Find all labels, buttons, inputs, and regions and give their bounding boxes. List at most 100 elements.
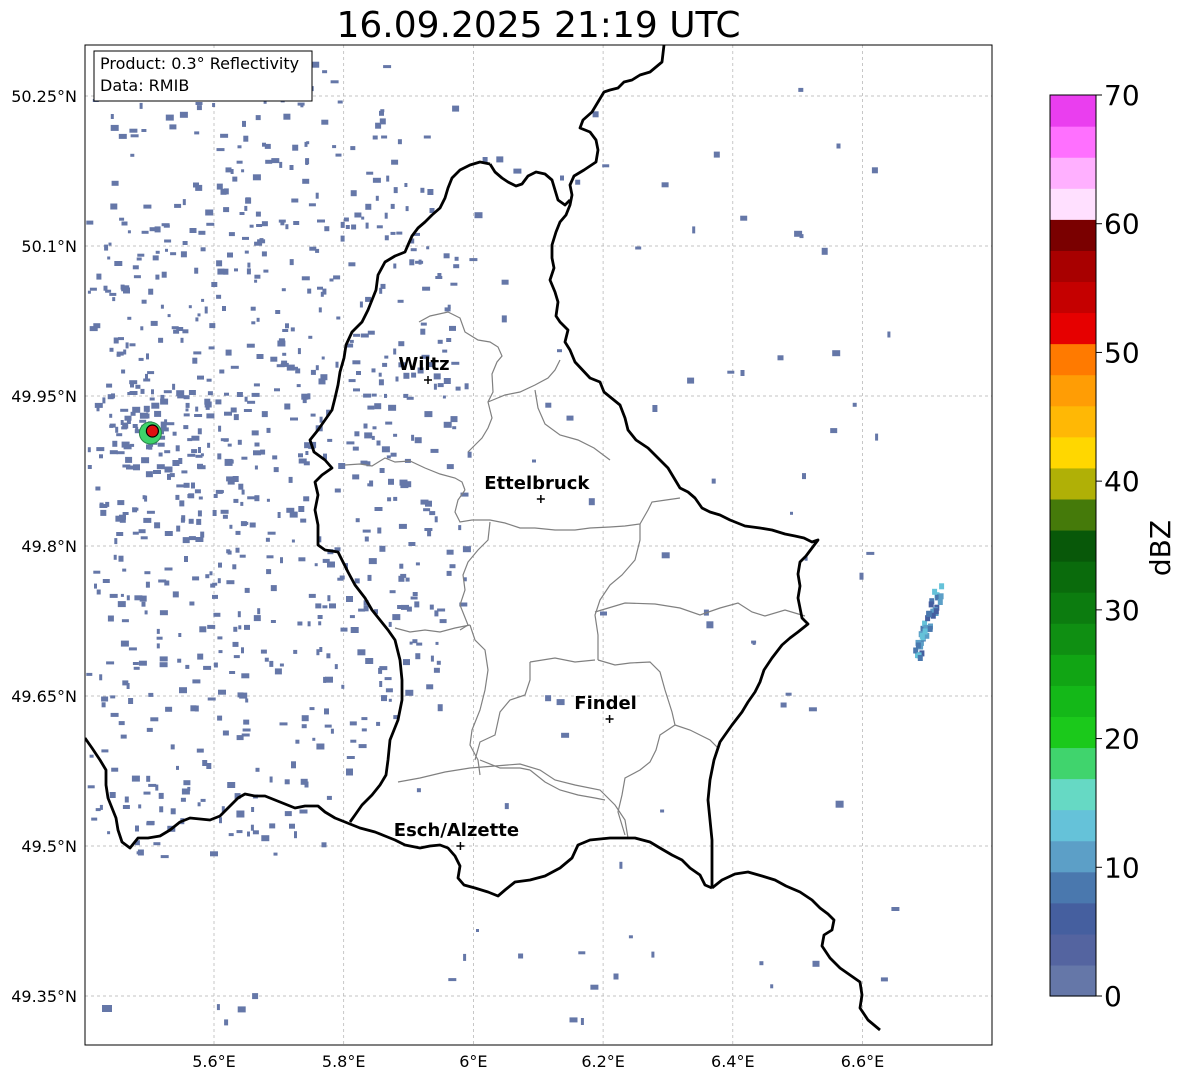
echo-pixel <box>227 252 233 258</box>
echo-pixel <box>197 428 202 435</box>
echo-pixel <box>740 215 748 221</box>
echo-pixel <box>213 612 221 617</box>
echo-pixel <box>329 278 334 282</box>
echo-pixel <box>255 211 261 217</box>
echo-pixel <box>364 432 373 439</box>
echo-pixel <box>195 454 203 458</box>
echo-pixel <box>115 426 119 433</box>
echo-pixel <box>112 440 118 447</box>
echo-pixel <box>155 250 160 254</box>
echo-pixel <box>261 835 270 842</box>
echo-pixel <box>112 297 116 302</box>
city-label: Wiltz <box>398 354 449 375</box>
echo-pixel <box>359 301 363 308</box>
echo-pixel <box>318 307 322 313</box>
echo-pixel <box>372 426 377 430</box>
echo-pixel <box>232 176 238 182</box>
echo-pixel <box>135 825 139 832</box>
echo-pixel <box>266 427 271 433</box>
echo-pixel <box>133 275 141 279</box>
echo-pixel <box>420 187 425 193</box>
echo-pixel <box>120 593 124 597</box>
echo-pixel <box>241 456 248 460</box>
echo-pixel <box>181 688 185 692</box>
echo-pixel <box>160 421 167 428</box>
echo-pixel <box>138 529 146 534</box>
echo-pixel <box>474 212 483 219</box>
echo-pixel <box>349 721 357 726</box>
echo-pixel <box>224 392 229 396</box>
echo-pixel <box>137 849 144 856</box>
echo-pixel <box>164 239 172 243</box>
echo-pixel <box>289 165 294 170</box>
echo-pixel <box>105 501 110 507</box>
echo-pixel <box>391 159 399 165</box>
echo-pixel <box>89 754 94 758</box>
echo-pixel <box>177 658 182 663</box>
echo-pixel <box>455 386 461 391</box>
echo-pixel <box>194 414 203 417</box>
echo-pixel <box>237 1006 246 1013</box>
echo-cell-pixel <box>933 608 939 615</box>
echo-pixel <box>354 578 360 584</box>
echo-pixel <box>257 608 261 615</box>
echo-pixel <box>222 306 226 311</box>
echo-pixel <box>195 102 203 105</box>
echo-pixel <box>308 203 316 207</box>
echo-pixel <box>409 641 413 645</box>
echo-pixel <box>393 263 397 269</box>
echo-pixel <box>198 230 206 235</box>
echo-pixel <box>172 460 180 466</box>
echo-pixel <box>183 780 191 786</box>
echo-pixel <box>371 435 375 440</box>
echo-pixel <box>146 407 150 413</box>
echo-pixel <box>302 178 310 184</box>
echo-pixel <box>346 596 353 602</box>
echo-pixel <box>322 558 330 563</box>
echo-pixel <box>880 977 888 982</box>
echo-pixel <box>405 206 409 212</box>
echo-pixel <box>424 528 433 531</box>
echo-pixel <box>210 851 218 857</box>
echo-pixel <box>203 665 212 670</box>
echo-pixel <box>189 228 197 233</box>
echo-pixel <box>379 666 388 671</box>
echo-pixel <box>113 337 119 344</box>
echo-pixel <box>194 131 200 135</box>
echo-pixel <box>120 420 124 425</box>
echo-pixel <box>619 861 623 869</box>
echo-pixel <box>244 396 248 402</box>
echo-pixel <box>349 339 354 343</box>
echo-pixel <box>866 551 875 555</box>
echo-pixel <box>266 498 270 502</box>
echo-pixel <box>307 288 312 294</box>
echo-pixel <box>452 426 457 430</box>
echo-pixel <box>349 615 355 619</box>
echo-pixel <box>350 190 357 197</box>
echo-pixel <box>284 811 292 817</box>
echo-pixel <box>282 352 287 356</box>
echo-pixel <box>393 187 398 194</box>
echo-pixel <box>159 656 168 662</box>
echo-pixel <box>711 478 716 484</box>
echo-pixel <box>158 452 163 457</box>
echo-pixel <box>178 633 182 637</box>
echo-pixel <box>114 261 123 266</box>
echo-pixel <box>420 322 427 326</box>
echo-pixel <box>110 114 114 119</box>
echo-pixel <box>206 222 215 226</box>
echo-pixel <box>836 143 841 149</box>
echo-pixel <box>259 238 264 242</box>
echo-pixel <box>236 160 243 164</box>
echo-pixel <box>129 128 138 133</box>
echo-pixel <box>87 290 91 294</box>
echo-pixel <box>89 326 98 332</box>
echo-pixel <box>408 542 416 546</box>
echo-pixel <box>384 355 389 359</box>
echo-pixel <box>291 198 299 203</box>
echo-pixel <box>241 673 250 679</box>
echo-pixel <box>580 1018 584 1025</box>
echo-pixel <box>322 605 328 609</box>
echo-pixel <box>160 304 164 309</box>
echo-pixel <box>122 512 129 515</box>
